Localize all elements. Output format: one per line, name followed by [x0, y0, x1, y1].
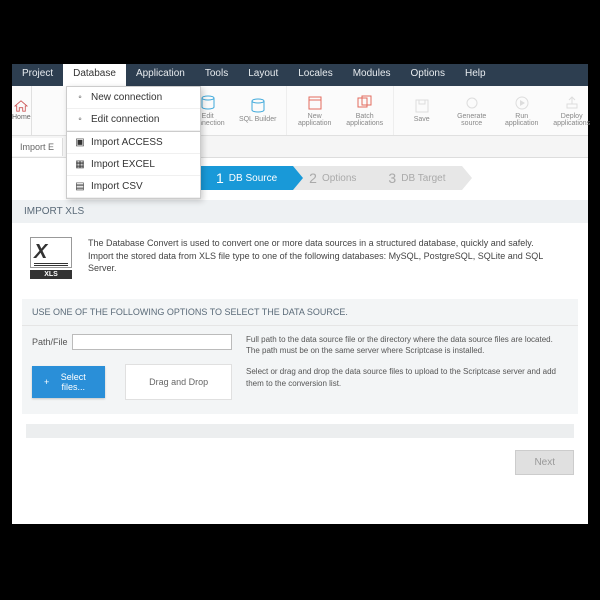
step-options[interactable]: 2Options: [293, 166, 372, 190]
wizard-steps: 1DB Source 2Options 3DB Target: [200, 166, 588, 190]
menu-application[interactable]: Application: [126, 64, 195, 86]
play-icon: [514, 95, 530, 111]
tool-run-application[interactable]: Run application: [500, 90, 544, 131]
import-xls-title: IMPORT XLS: [12, 200, 588, 223]
progress-bar: [26, 424, 574, 438]
menu-help[interactable]: Help: [455, 64, 496, 86]
csv-icon: ▤: [75, 182, 85, 192]
menubar: Project Database Application Tools Layou…: [12, 64, 588, 86]
tool-save[interactable]: Save: [400, 90, 444, 131]
tab-import[interactable]: Import E: [12, 138, 63, 156]
import-description: X XLS The Database Convert is used to co…: [12, 223, 588, 293]
menu-locales[interactable]: Locales: [288, 64, 342, 86]
menu-tools[interactable]: Tools: [195, 64, 238, 86]
database-icon: [200, 95, 216, 111]
tool-generate-source[interactable]: Generate source: [450, 90, 494, 131]
xls-file-icon: X XLS: [30, 237, 72, 279]
help-text: Full path to the data source file or the…: [246, 334, 568, 400]
path-file-input[interactable]: [72, 334, 232, 350]
menu-project[interactable]: Project: [12, 64, 63, 86]
tool-new-application[interactable]: New application: [293, 90, 337, 131]
step-db-target[interactable]: 3DB Target: [372, 166, 461, 190]
plug-edit-icon: ◦: [75, 115, 85, 125]
windows-icon: [357, 95, 373, 111]
dropdown-new-connection[interactable]: ◦New connection: [67, 87, 200, 109]
plus-icon: +: [44, 377, 49, 387]
dropdown-edit-connection[interactable]: ◦Edit connection: [67, 109, 200, 131]
tool-group-run: Save Generate source Run application Dep…: [394, 86, 600, 135]
home-label: Home: [12, 114, 31, 121]
menu-layout[interactable]: Layout: [238, 64, 288, 86]
tool-group-app: New application Batch applications: [287, 86, 394, 135]
drag-drop-area[interactable]: Drag and Drop: [125, 364, 232, 400]
app-window: Project Database Application Tools Layou…: [12, 64, 588, 524]
database-icon: [250, 98, 266, 114]
plug-icon: ◦: [75, 93, 85, 103]
select-files-button[interactable]: + Select files...: [32, 366, 105, 398]
access-icon: ▣: [75, 138, 85, 148]
menu-modules[interactable]: Modules: [343, 64, 401, 86]
data-source-section: USE ONE OF THE FOLLOWING OPTIONS TO SELE…: [22, 299, 578, 414]
path-file-label: Path/File: [32, 337, 68, 347]
gear-icon: [464, 95, 480, 111]
tool-sql-builder[interactable]: SQL Builder: [236, 90, 280, 131]
step-db-source[interactable]: 1DB Source: [200, 166, 293, 190]
dropdown-import-excel[interactable]: ▦Import EXCEL: [67, 154, 200, 176]
window-icon: [307, 95, 323, 111]
menu-options[interactable]: Options: [401, 64, 455, 86]
excel-icon: ▦: [75, 160, 85, 170]
main-content: 1DB Source 2Options 3DB Target IMPORT XL…: [12, 166, 588, 438]
dropdown-import-csv[interactable]: ▤Import CSV: [67, 176, 200, 198]
tool-batch-applications[interactable]: Batch applications: [343, 90, 387, 131]
home-icon: [14, 100, 28, 112]
menu-database[interactable]: Database: [63, 64, 126, 86]
database-dropdown: ◦New connection ◦Edit connection ▣Import…: [66, 86, 201, 199]
description-text: The Database Convert is used to convert …: [88, 237, 570, 275]
deploy-icon: [564, 95, 580, 111]
data-source-title: USE ONE OF THE FOLLOWING OPTIONS TO SELE…: [22, 299, 578, 326]
path-file-row: Path/File: [32, 334, 232, 350]
home-button[interactable]: Home: [12, 86, 32, 135]
next-button[interactable]: Next: [515, 450, 574, 475]
tool-deploy[interactable]: Deploy applications: [550, 90, 594, 131]
dropdown-import-access[interactable]: ▣Import ACCESS: [67, 131, 200, 154]
save-icon: [414, 98, 430, 114]
